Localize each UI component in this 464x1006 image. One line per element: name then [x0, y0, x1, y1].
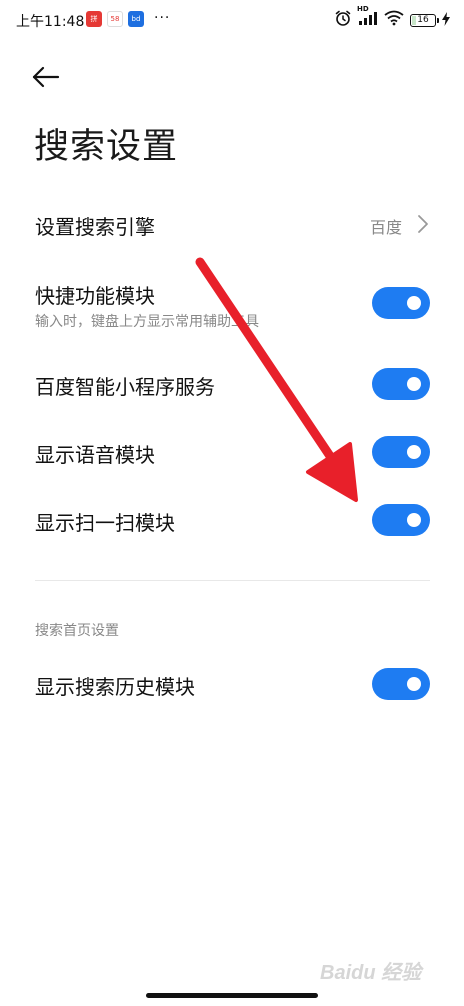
signal-icon: HD	[357, 5, 378, 30]
status-icons: HD 16	[334, 5, 450, 31]
search-engine-value: 百度	[369, 218, 402, 237]
page-title: 搜索设置	[34, 127, 179, 167]
shortcut-module-toggle[interactable]	[372, 287, 430, 319]
mini-program-label: 百度智能小程序服务	[35, 375, 215, 399]
charging-icon	[442, 11, 450, 30]
home-indicator[interactable]	[146, 993, 318, 998]
alarm-icon	[334, 9, 352, 31]
app-icon-3: bd	[128, 11, 144, 27]
toggle-knob	[407, 677, 421, 691]
toggle-knob	[407, 445, 421, 459]
battery-icon: 16	[410, 13, 439, 27]
chevron-right-icon	[416, 214, 430, 234]
watermark: Baidu 经验	[320, 962, 422, 984]
shortcut-module-subtitle: 输入时，键盘上方显示常用辅助工具	[35, 314, 259, 330]
more-notifications-icon: ···	[154, 10, 171, 26]
mini-program-toggle[interactable]	[372, 368, 430, 400]
back-button[interactable]	[30, 60, 66, 96]
back-arrow-icon	[30, 66, 66, 100]
mini-program-row: 百度智能小程序服务	[0, 356, 464, 412]
scan-module-row: 显示扫一扫模块	[0, 492, 464, 548]
homepage-section-header: 搜索首页设置	[35, 623, 119, 639]
battery-level: 16	[417, 14, 429, 25]
voice-module-label: 显示语音模块	[35, 443, 155, 467]
voice-module-row: 显示语音模块	[0, 424, 464, 480]
app-icon-1: 拼	[86, 11, 102, 27]
search-engine-label: 设置搜索引擎	[35, 215, 155, 239]
app-icon-2: 58	[107, 11, 123, 27]
toggle-knob	[407, 377, 421, 391]
search-history-row: 显示搜索历史模块	[0, 656, 464, 712]
toggle-knob	[407, 513, 421, 527]
wifi-icon	[384, 10, 404, 30]
hd-label: HD	[357, 5, 369, 13]
shortcut-module-label: 快捷功能模块	[35, 284, 155, 308]
shortcut-module-row: 快捷功能模块 输入时，键盘上方显示常用辅助工具	[0, 270, 464, 340]
toggle-knob	[407, 296, 421, 310]
scan-module-toggle[interactable]	[372, 504, 430, 536]
scan-module-label: 显示扫一扫模块	[35, 511, 175, 535]
status-time: 上午11:48	[16, 14, 85, 30]
section-divider	[35, 580, 430, 581]
search-history-toggle[interactable]	[372, 668, 430, 700]
voice-module-toggle[interactable]	[372, 436, 430, 468]
search-history-label: 显示搜索历史模块	[35, 675, 195, 699]
status-bar: 上午11:48 拼 58 bd ··· HD 16	[0, 0, 464, 40]
search-engine-row[interactable]: 设置搜索引擎 百度	[0, 200, 464, 250]
